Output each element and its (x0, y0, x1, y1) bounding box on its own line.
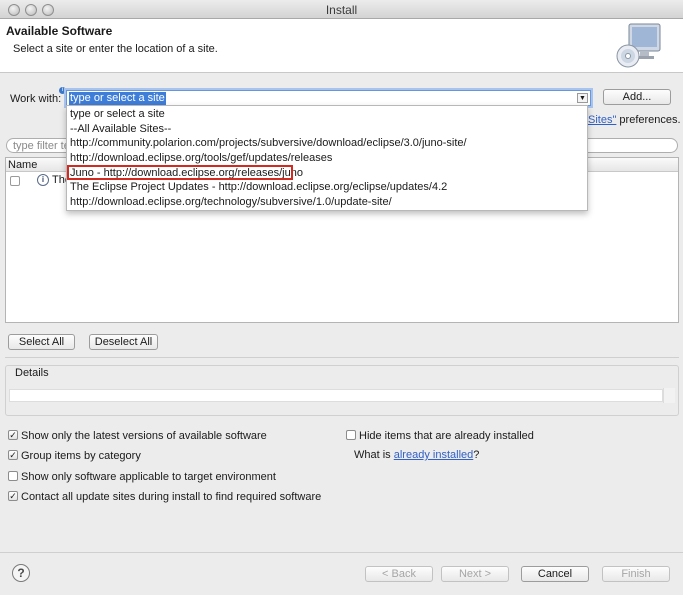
title-bar: Install (0, 0, 683, 19)
chevron-down-icon[interactable]: ▼ (577, 93, 588, 103)
work-with-combo[interactable]: type or select a site ▼ (66, 90, 591, 106)
what-is-prefix: What is (354, 449, 391, 461)
contact-sites-label: Contact all update sites during install … (21, 491, 322, 503)
info-icon: i (37, 174, 49, 186)
group-by-category-checkbox[interactable]: ✓ (8, 450, 18, 460)
available-sites-preferences: Sites" preferences. (588, 114, 681, 126)
work-with-label: Work with: (10, 93, 62, 105)
add-site-button[interactable]: Add... (603, 89, 671, 105)
hide-installed-checkbox[interactable] (346, 430, 356, 440)
column-name-header[interactable]: Name (8, 159, 37, 171)
dropdown-item[interactable]: http://community.polarion.com/projects/s… (70, 136, 586, 150)
site-dropdown-list: type or select a site --All Available Si… (66, 105, 588, 211)
dropdown-item[interactable]: The Eclipse Project Updates - http://dow… (70, 180, 586, 194)
details-text-area[interactable] (9, 389, 663, 402)
cancel-button[interactable]: Cancel (521, 566, 589, 582)
dropdown-item[interactable]: type or select a site (70, 107, 586, 121)
info-icon: i (59, 87, 66, 94)
page-title: Available Software (6, 24, 113, 38)
page-subtitle: Select a site or enter the location of a… (13, 43, 218, 55)
finish-button[interactable]: Finish (602, 566, 670, 582)
target-environment-checkbox[interactable] (8, 471, 18, 481)
preferences-suffix: preferences. (619, 114, 681, 126)
what-is-installed-text: What is already installed? (354, 449, 479, 461)
group-by-category-label: Group items by category (21, 450, 141, 462)
dropdown-item[interactable]: --All Available Sites-- (70, 122, 586, 136)
deselect-all-button[interactable]: Deselect All (89, 334, 158, 350)
details-group: Details (5, 365, 679, 416)
already-installed-link[interactable]: already installed (394, 449, 474, 461)
divider (5, 357, 679, 358)
dropdown-item[interactable]: http://download.eclipse.org/tools/gef/up… (70, 151, 586, 165)
latest-versions-label: Show only the latest versions of availab… (21, 430, 267, 442)
next-button[interactable]: Next > (441, 566, 509, 582)
latest-versions-checkbox[interactable]: ✓ (8, 430, 18, 440)
install-cd-monitor-icon (616, 23, 661, 68)
details-scrollbar[interactable] (663, 388, 675, 403)
hide-installed-label: Hide items that are already installed (359, 430, 534, 442)
target-environment-label: Show only software applicable to target … (21, 471, 276, 483)
dropdown-item[interactable]: http://download.eclipse.org/technology/s… (70, 195, 586, 209)
highlight-box (67, 165, 293, 180)
work-with-input[interactable]: type or select a site (69, 92, 166, 105)
filter-placeholder: type filter te (13, 140, 70, 152)
contact-sites-checkbox[interactable]: ✓ (8, 491, 18, 501)
select-all-button[interactable]: Select All (8, 334, 75, 350)
what-is-suffix: ? (473, 449, 480, 461)
help-icon[interactable]: ? (12, 564, 30, 582)
back-button[interactable]: < Back (365, 566, 433, 582)
divider (0, 552, 683, 553)
wizard-header: Available Software Select a site or ente… (0, 19, 683, 73)
row-checkbox[interactable] (10, 176, 20, 186)
available-sites-link[interactable]: Sites" (588, 114, 616, 126)
window-title: Install (325, 3, 358, 17)
details-label: Details (15, 367, 49, 379)
